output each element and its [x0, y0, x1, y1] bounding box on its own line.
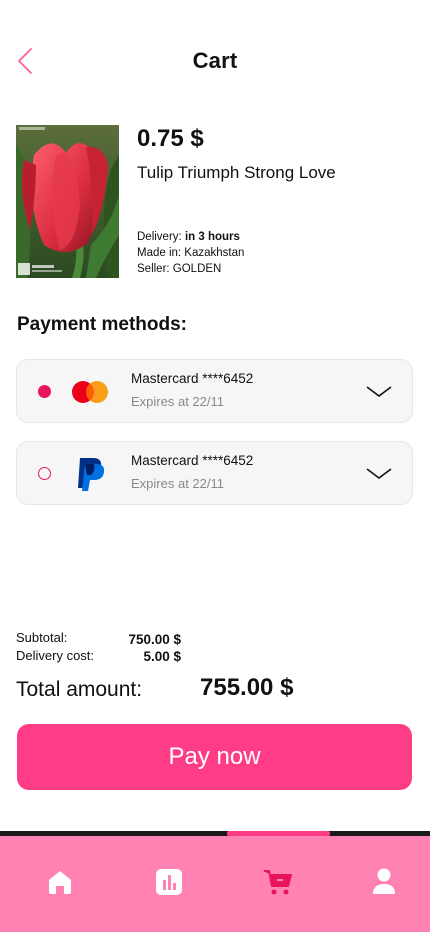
cart-item: 0.75 $ Tulip Triumph Strong Love Deliver…	[16, 125, 416, 280]
header: Cart	[0, 0, 430, 120]
subtotal-value: 750.00 $	[128, 632, 181, 647]
delivery-info: Delivery: in 3 hours	[137, 231, 240, 243]
home-icon	[49, 871, 71, 894]
card-expiry: Expires at 22/11	[131, 394, 224, 409]
product-price: 0.75 $	[137, 125, 204, 152]
seller: Seller: GOLDEN	[137, 263, 222, 275]
total-amount-value: 755.00 $	[200, 674, 294, 701]
paypal-logo	[71, 456, 111, 492]
subtotal-label: Subtotal:	[16, 630, 68, 645]
payment-method-paypal[interactable]: Mastercard ****6452 Expires at 22/11	[16, 441, 413, 505]
pay-now-button[interactable]: Pay now	[17, 724, 412, 790]
delivery-value: in 3 hours	[184, 231, 240, 243]
page-title: Cart	[192, 48, 238, 73]
nav-stats[interactable]	[153, 866, 185, 898]
bottom-nav	[0, 836, 430, 932]
mastercard-logo	[71, 374, 111, 410]
made-in: Made in: Kazakhstan	[137, 247, 245, 259]
nav-home[interactable]	[44, 866, 76, 898]
card-expiry: Expires at 22/11	[131, 476, 224, 491]
product-name: Tulip Triumph Strong Love	[137, 163, 336, 182]
profile-icon	[373, 868, 395, 894]
nav-cart[interactable]	[262, 866, 294, 898]
card-name: Mastercard ****6452	[131, 453, 254, 468]
card-name: Mastercard ****6452	[131, 371, 254, 386]
product-image[interactable]	[16, 125, 119, 278]
payment-methods-title: Payment methods:	[17, 314, 187, 335]
delivery-label: Delivery:	[137, 231, 182, 243]
payment-method-mastercard[interactable]: Mastercard ****6452 Expires at 22/11	[16, 359, 413, 423]
chevron-down-icon[interactable]	[366, 384, 392, 400]
delivery-cost-label: Delivery cost:	[16, 648, 95, 663]
radio-unselected[interactable]	[38, 467, 51, 480]
nav-profile[interactable]	[368, 866, 400, 898]
stats-icon	[156, 869, 182, 895]
radio-selected[interactable]	[38, 385, 51, 398]
cart-icon	[264, 870, 292, 895]
chevron-down-icon[interactable]	[366, 466, 392, 482]
delivery-cost-value: 5.00 $	[143, 649, 181, 664]
total-amount-label: Total amount:	[16, 678, 143, 701]
